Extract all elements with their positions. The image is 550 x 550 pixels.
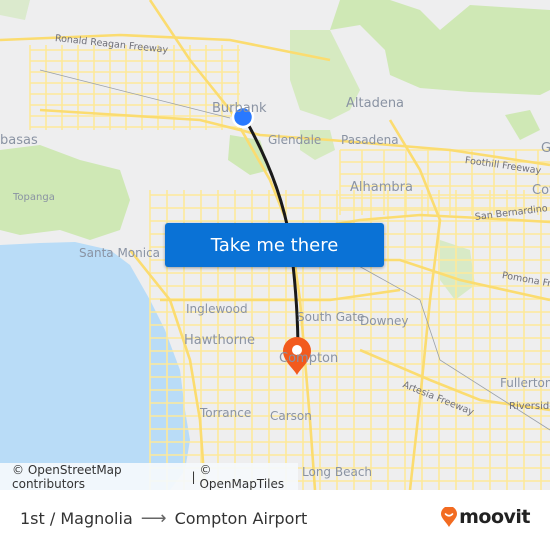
- place-label-carson: Carson: [270, 409, 312, 423]
- attribution-separator: |: [191, 469, 196, 484]
- place-label-glendale: Glendale: [268, 133, 322, 147]
- moovit-wordmark: moovit: [459, 506, 530, 528]
- route-summary: 1st / Magnolia ⟶ Compton Airport: [20, 508, 307, 529]
- place-label-burbank: Burbank: [212, 101, 267, 116]
- place-label-covina: Cov: [532, 183, 550, 198]
- place-label-compton: Compton: [279, 351, 339, 366]
- place-label-pasadena: Pasadena: [341, 133, 399, 147]
- place-label-torrance: Torrance: [200, 406, 252, 420]
- place-label-hawthorne: Hawthorne: [184, 333, 256, 348]
- map-attribution: © OpenStreetMap contributors | © OpenMap…: [0, 463, 298, 490]
- arrow-right-icon: ⟶: [140, 508, 167, 529]
- destination-name: Compton Airport: [174, 509, 308, 528]
- place-label-alhambra: Alhambra: [350, 180, 413, 195]
- moovit-pin-icon: [441, 507, 458, 527]
- map-view[interactable]: Burbank Altadena Glendale Pasadena basas…: [0, 0, 550, 490]
- osm-attribution-link[interactable]: © OpenStreetMap contributors: [12, 463, 187, 491]
- place-label-south-gate: South Gate: [297, 310, 365, 324]
- openmaptiles-attribution-link[interactable]: © OpenMapTiles: [199, 463, 294, 491]
- place-label-calabasas: basas: [0, 133, 38, 148]
- place-label-long-beach: Long Beach: [302, 465, 373, 479]
- place-label-inglewood: Inglewood: [186, 302, 248, 316]
- place-label-fullerton: Fullerton: [500, 376, 550, 390]
- ocean: [0, 242, 190, 490]
- origin-stop-name: 1st / Magnolia: [20, 509, 133, 528]
- footer-bar: 1st / Magnolia ⟶ Compton Airport moovit: [0, 490, 550, 550]
- place-label-altadena: Altadena: [346, 96, 405, 111]
- place-label-santa-monica: Santa Monica: [79, 246, 161, 260]
- place-label-topanga: Topanga: [13, 192, 55, 203]
- place-label-glendora: G: [541, 141, 550, 156]
- place-label-downey: Downey: [360, 314, 409, 328]
- place-label-riverside: Riverside: [509, 401, 550, 412]
- moovit-logo[interactable]: moovit: [441, 506, 530, 528]
- take-me-there-button[interactable]: Take me there: [165, 223, 384, 267]
